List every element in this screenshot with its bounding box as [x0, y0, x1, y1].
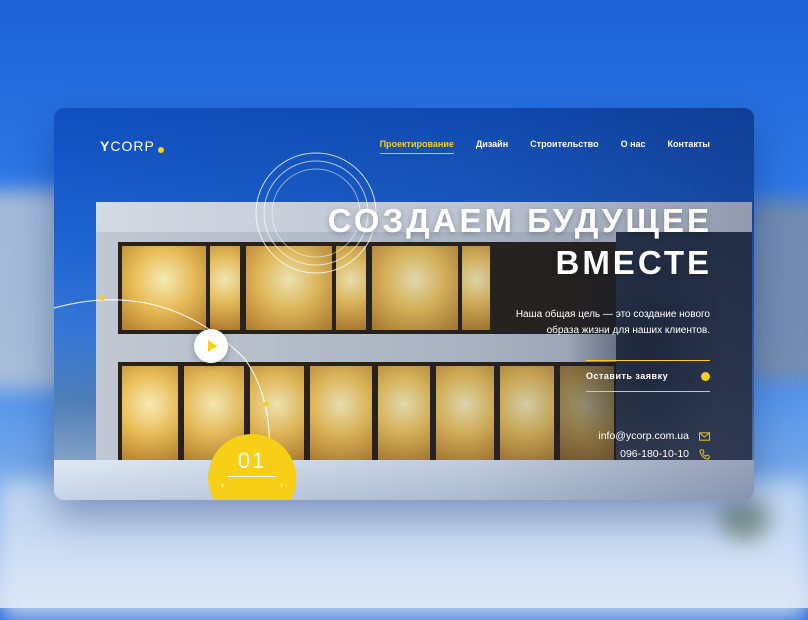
hero-title-line2: вместе [555, 244, 712, 281]
hero-subtitle-line2: образа жизни для наших клиентов. [546, 325, 710, 336]
slide-number: 01 [237, 448, 267, 473]
hero-subtitle-line1: Наша общая цель — это создание нового [515, 309, 710, 320]
hero-card: YCORP Проектирование Дизайн Строительств… [54, 108, 754, 500]
phone-icon [699, 448, 710, 460]
logo-prefix: Y [100, 138, 111, 154]
envelope-icon [699, 431, 710, 441]
phone-text: 096-180-10-10 [620, 448, 689, 460]
background-snow [0, 480, 808, 620]
background-house-right [745, 200, 808, 380]
hero-title: Создаем будущее вместе [252, 200, 712, 284]
request-dot-icon [701, 371, 710, 381]
contact-phone[interactable]: 096-180-10-10 [620, 448, 710, 460]
main-nav: Проектирование Дизайн Строительство О на… [379, 139, 710, 154]
logo[interactable]: YCORP [100, 138, 164, 154]
chevron-right-icon[interactable]: › [280, 480, 283, 490]
nav-item-contacts[interactable]: Контакты [668, 139, 710, 149]
request-button[interactable]: Оставить заявку [586, 360, 710, 392]
slide-divider [228, 476, 276, 477]
hero-subtitle: Наша общая цель — это создание нового об… [480, 307, 710, 339]
contact-email[interactable]: info@ycorp.com.ua [598, 430, 710, 442]
background-light [720, 500, 770, 540]
logo-text: CORP [110, 138, 155, 154]
hero-title-line1: Создаем будущее [327, 202, 712, 239]
request-button-label: Оставить заявку [586, 371, 669, 381]
email-text: info@ycorp.com.ua [598, 430, 689, 442]
nav-item-construction[interactable]: Строительство [530, 139, 598, 149]
chevron-left-icon[interactable]: ‹ [221, 480, 224, 490]
play-video-button[interactable] [194, 329, 228, 363]
nav-item-design[interactable]: Дизайн [476, 139, 508, 149]
logo-dot-icon [157, 147, 164, 153]
play-icon [208, 340, 217, 352]
nav-item-about[interactable]: О нас [621, 139, 646, 149]
nav-item-design-projects[interactable]: Проектирование [379, 139, 455, 154]
